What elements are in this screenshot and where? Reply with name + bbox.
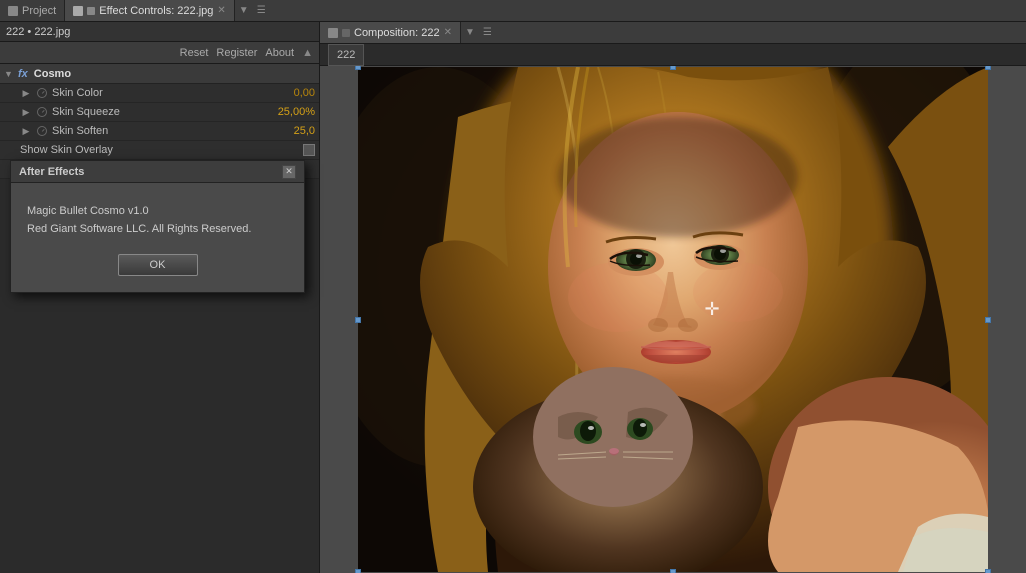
- cosmo-name: Cosmo: [34, 68, 71, 80]
- right-panel: Composition: 222 ✕ ▼ ☰ 222: [320, 22, 1026, 573]
- main-layout: 222 • 222.jpg Reset Register About ▲ ▼ f…: [0, 22, 1026, 573]
- skin-soften-row: ▶ Skin Soften 25,0: [0, 122, 319, 141]
- selection-handle-tr: [985, 66, 991, 70]
- portrait-artwork: [358, 67, 988, 572]
- tab-effect-controls[interactable]: Effect Controls: 222.jpg ✕: [65, 0, 235, 21]
- show-skin-overlay-checkbox[interactable]: [303, 144, 315, 156]
- project-icon: [8, 6, 18, 16]
- breadcrumb: 222 • 222.jpg: [0, 22, 319, 42]
- about-button[interactable]: About: [265, 47, 294, 59]
- dialog-titlebar: After Effects ✕: [11, 161, 304, 183]
- skin-color-expand[interactable]: ▶: [20, 87, 32, 99]
- dialog-title: After Effects: [19, 166, 84, 178]
- comp-viewer[interactable]: ✛: [320, 66, 1026, 573]
- tab-effect-controls-close[interactable]: ✕: [217, 5, 225, 16]
- show-skin-overlay-row: Show Skin Overlay: [0, 141, 319, 160]
- selection-handle-tm: [670, 66, 676, 70]
- tab-effect-controls-label: Effect Controls: 222.jpg: [99, 5, 213, 17]
- skin-soften-value[interactable]: 25,0: [255, 125, 315, 137]
- left-tabs: Project Effect Controls: 222.jpg ✕ ▼ ☰: [0, 0, 270, 21]
- skin-soften-stopwatch[interactable]: [36, 125, 48, 137]
- selection-handle-tl: [355, 66, 361, 70]
- selection-handle-bl: [355, 569, 361, 573]
- tab-project-label: Project: [22, 5, 56, 17]
- dialog-line2: Red Giant Software LLC. All Rights Reser…: [27, 221, 288, 239]
- comp-tab-close[interactable]: ✕: [444, 27, 452, 38]
- skin-color-value[interactable]: 0,00: [255, 87, 315, 99]
- skin-squeeze-stopwatch-icon: [37, 107, 47, 117]
- skin-color-stopwatch[interactable]: [36, 87, 48, 99]
- skin-squeeze-row: ▶ Skin Squeeze 25,00%: [0, 103, 319, 122]
- tab-project[interactable]: Project: [0, 0, 65, 21]
- left-tab-options[interactable]: ☰: [253, 5, 270, 16]
- effect-controls-icon: [73, 6, 83, 16]
- comp-image-container: ✛: [358, 67, 988, 572]
- ok-button[interactable]: OK: [118, 254, 198, 276]
- cosmo-expand-icon[interactable]: ▼: [4, 69, 14, 79]
- dialog-line1: Magic Bullet Cosmo v1.0: [27, 203, 288, 221]
- comp-tab-icon2: [342, 29, 350, 37]
- effect-header: Reset Register About ▲: [0, 42, 319, 64]
- dialog-close-button[interactable]: ✕: [282, 165, 296, 179]
- after-effects-dialog: After Effects ✕ Magic Bullet Cosmo v1.0 …: [10, 160, 305, 293]
- breadcrumb-text: 222 • 222.jpg: [6, 26, 70, 38]
- skin-squeeze-expand[interactable]: ▶: [20, 106, 32, 118]
- cosmo-effect-row[interactable]: ▼ fx Cosmo: [0, 64, 319, 84]
- scroll-up-icon[interactable]: ▲: [302, 47, 313, 59]
- selection-handle-br: [985, 569, 991, 573]
- dialog-content: Magic Bullet Cosmo v1.0 Red Giant Softwa…: [27, 203, 288, 238]
- selection-handle-ml: [355, 317, 361, 323]
- left-panel: 222 • 222.jpg Reset Register About ▲ ▼ f…: [0, 22, 320, 573]
- skin-soften-expand[interactable]: ▶: [20, 125, 32, 137]
- comp-tab-menu[interactable]: ▼: [461, 27, 479, 38]
- register-button[interactable]: Register: [216, 47, 257, 59]
- effect-header-right: Reset Register About ▲: [180, 47, 313, 59]
- effect-controls-icon2: [87, 7, 95, 15]
- comp-number-row: 222: [320, 44, 1026, 66]
- cosmo-fx-label: fx: [18, 68, 28, 80]
- dialog-body: Magic Bullet Cosmo v1.0 Red Giant Softwa…: [11, 183, 304, 292]
- left-tab-menu[interactable]: ▼: [235, 5, 253, 16]
- skin-soften-stopwatch-icon: [37, 126, 47, 136]
- comp-tab-icon: [328, 28, 338, 38]
- reset-button[interactable]: Reset: [180, 47, 209, 59]
- tab-composition[interactable]: Composition: 222 ✕: [320, 22, 461, 43]
- comp-tab-options[interactable]: ☰: [479, 27, 496, 38]
- move-cursor: ✛: [705, 299, 720, 320]
- comp-tabs-bar: Composition: 222 ✕ ▼ ☰: [320, 22, 1026, 44]
- comp-number-tab[interactable]: 222: [328, 44, 364, 66]
- skin-soften-label: Skin Soften: [52, 125, 255, 137]
- selection-handle-bm: [670, 569, 676, 573]
- skin-squeeze-value[interactable]: 25,00%: [255, 106, 315, 118]
- skin-squeeze-stopwatch[interactable]: [36, 106, 48, 118]
- dialog-button-row: OK: [27, 254, 288, 276]
- show-skin-overlay-label: Show Skin Overlay: [20, 144, 303, 156]
- tab-composition-label: Composition: 222: [354, 27, 440, 39]
- skin-color-stopwatch-icon: [37, 88, 47, 98]
- skin-squeeze-label: Skin Squeeze: [52, 106, 255, 118]
- top-bar: Project Effect Controls: 222.jpg ✕ ▼ ☰: [0, 0, 1026, 22]
- selection-handle-mr: [985, 317, 991, 323]
- skin-color-label: Skin Color: [52, 87, 255, 99]
- skin-color-row: ▶ Skin Color 0,00: [0, 84, 319, 103]
